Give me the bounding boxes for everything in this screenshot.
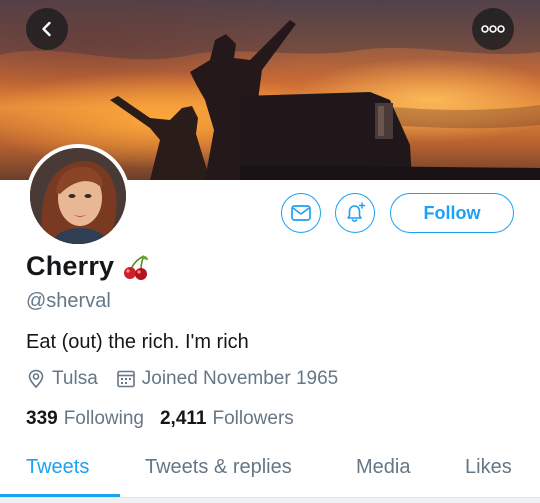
avatar-portrait-image <box>30 148 126 244</box>
cherries-icon <box>124 254 149 280</box>
profile-name: Cherry <box>26 251 150 282</box>
avatar[interactable] <box>26 144 130 248</box>
bell-plus-icon <box>347 202 366 223</box>
profile-name-text: Cherry <box>26 251 115 281</box>
location-icon <box>26 369 46 389</box>
more-options-button[interactable] <box>472 8 514 50</box>
chevron-left-icon <box>42 21 51 37</box>
following-label: Following <box>63 408 144 429</box>
profile-meta: Tulsa Joined November 1965 <box>26 368 338 390</box>
profile-stats: 339 Following 2,411 Followers <box>26 408 294 430</box>
content-area-edge <box>0 498 540 503</box>
following-link[interactable]: 339 Following <box>26 408 144 430</box>
tab-tweets-and-replies[interactable]: Tweets & replies <box>145 456 292 479</box>
tab-media[interactable]: Media <box>356 456 410 479</box>
following-count: 339 <box>26 408 58 429</box>
tab-tweets[interactable]: Tweets <box>26 456 89 479</box>
mail-icon <box>291 205 311 221</box>
profile-bio: Eat (out) the rich. I'm rich <box>26 331 249 353</box>
profile-handle: @sherval <box>26 290 111 312</box>
profile-location: Tulsa <box>52 368 98 389</box>
followers-count: 2,411 <box>159 408 207 429</box>
message-button[interactable] <box>281 193 321 233</box>
notifications-button[interactable] <box>335 193 375 233</box>
calendar-icon <box>116 369 136 389</box>
back-button[interactable] <box>26 8 68 50</box>
followers-label: Followers <box>212 408 294 429</box>
tab-likes[interactable]: Likes <box>465 456 512 479</box>
followers-link[interactable]: 2,411 Followers <box>160 408 294 430</box>
follow-button[interactable]: Follow <box>390 193 514 233</box>
profile-tabs: Tweets Tweets & replies Media Likes <box>0 446 540 496</box>
profile-joined-date: Joined November 1965 <box>141 368 339 389</box>
more-dots-icon <box>481 25 505 33</box>
